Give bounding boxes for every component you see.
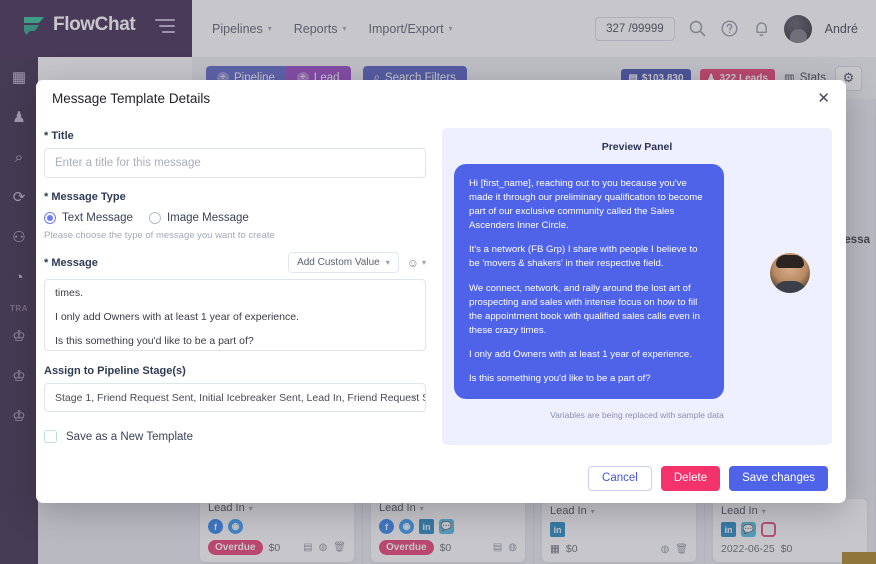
close-icon[interactable]: ✕ bbox=[817, 91, 830, 106]
save-changes-button[interactable]: Save changes bbox=[729, 465, 828, 491]
save-as-template-row[interactable]: Save as a New Template bbox=[44, 430, 426, 443]
chevron-down-icon: ▾ bbox=[421, 258, 426, 267]
message-line: times. bbox=[55, 287, 84, 299]
chevron-down-icon: ▾ bbox=[411, 392, 416, 402]
preview-panel-title: Preview Panel bbox=[601, 141, 673, 153]
avatar bbox=[770, 253, 810, 293]
message-line: Is this something you'd like to be a par… bbox=[55, 334, 254, 347]
message-template-modal: Message Template Details ✕ * Title * Mes… bbox=[36, 80, 846, 503]
preview-paragraph: I only add Owners with at least 1 year o… bbox=[469, 348, 692, 360]
pipeline-stages-label: Assign to Pipeline Stage(s) bbox=[44, 365, 186, 377]
selected-value: Stage 1, Friend Request Sent, Initial Ic… bbox=[55, 391, 426, 404]
modal-title: Message Template Details bbox=[52, 90, 211, 106]
preview-paragraph: Hi [first_name], reaching out to you bec… bbox=[469, 178, 703, 232]
message-field-header: * Message Add Custom Value ▾ ☺ ▾ bbox=[44, 252, 426, 273]
preview-panel: Preview Panel Hi [first_name], reaching … bbox=[442, 128, 832, 445]
emoji-icon: ☺ bbox=[406, 255, 419, 270]
save-as-template-label: Save as a New Template bbox=[66, 430, 193, 443]
template-form: * Title * Message Type Text Message Imag… bbox=[36, 116, 442, 457]
message-type-radio-group: Text Message Image Message bbox=[44, 212, 426, 224]
modal-body: * Title * Message Type Text Message Imag… bbox=[36, 116, 846, 457]
title-field-label: * Title bbox=[44, 130, 74, 142]
preview-paragraph: We connect, network, and rally around th… bbox=[469, 282, 700, 336]
message-field-label: * Message bbox=[44, 256, 98, 269]
radio-image-message[interactable]: Image Message bbox=[148, 212, 249, 224]
save-as-template-checkbox[interactable] bbox=[44, 430, 57, 443]
add-custom-value-dropdown[interactable]: Add Custom Value ▾ bbox=[288, 252, 399, 273]
radio-icon bbox=[44, 212, 56, 224]
radio-label: Image Message bbox=[166, 212, 249, 224]
pipeline-stages-select[interactable]: Stage 1, Friend Request Sent, Initial Ic… bbox=[44, 383, 426, 412]
title-input[interactable] bbox=[44, 148, 426, 178]
emoji-picker-button[interactable]: ☺ ▾ bbox=[407, 256, 426, 270]
delete-button[interactable]: Delete bbox=[660, 465, 721, 491]
radio-label: Text Message bbox=[62, 212, 133, 224]
radio-icon bbox=[148, 212, 161, 224]
dropdown-label: Add Custom Value bbox=[297, 257, 380, 268]
message-type-hint: Please choose the type of message you wa… bbox=[44, 230, 275, 241]
modal-header: Message Template Details ✕ bbox=[36, 80, 846, 116]
modal-footer: Cancel Delete Save changes bbox=[36, 457, 846, 503]
preview-note: Variables are being replaced with sample… bbox=[550, 410, 724, 421]
preview-message-bubble: Hi [first_name], reaching out to you bec… bbox=[454, 164, 724, 400]
chevron-down-icon: ▾ bbox=[385, 258, 390, 267]
message-textarea[interactable]: times. I only add Owners with at least 1… bbox=[44, 279, 426, 351]
radio-text-message[interactable]: Text Message bbox=[44, 212, 133, 224]
message-type-label: * Message Type bbox=[44, 191, 126, 203]
message-line: I only add Owners with at least 1 year o… bbox=[55, 310, 299, 323]
preview-paragraph: It's a network (FB Grp) I share with peo… bbox=[469, 244, 698, 270]
preview-paragraph: Is this something you'd like to be a par… bbox=[469, 373, 651, 385]
cancel-button[interactable]: Cancel bbox=[588, 465, 652, 491]
